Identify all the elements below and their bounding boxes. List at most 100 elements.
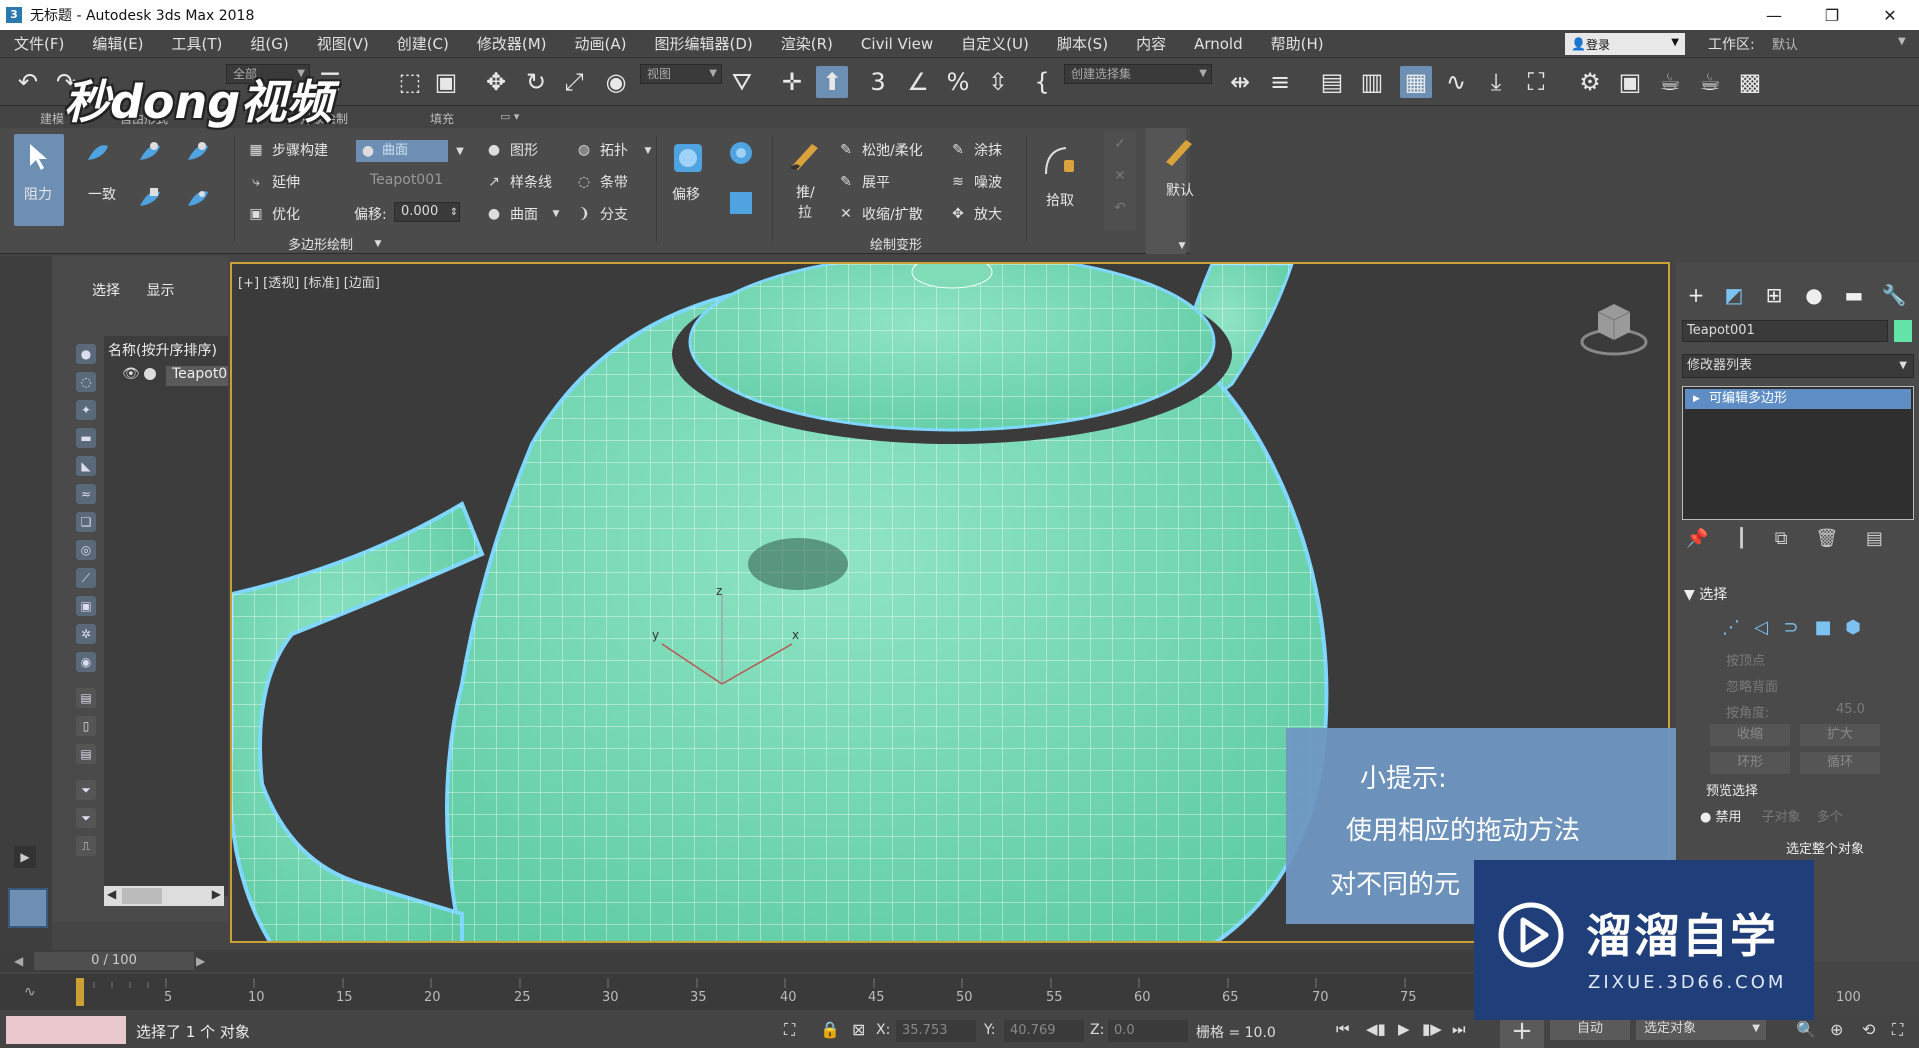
edge-mode-icon[interactable]: ◁ — [1750, 616, 1772, 638]
scroll-thumb[interactable] — [122, 888, 162, 904]
conform-scale-icon[interactable] — [136, 186, 162, 212]
angle-spinner[interactable]: 45.0 — [1836, 702, 1865, 717]
mini-curve-editor-icon[interactable]: ∿ — [24, 984, 36, 1000]
spline-button[interactable]: 样条线 — [510, 172, 552, 192]
branches-button[interactable]: 分支 — [600, 204, 628, 224]
menu-civil-view[interactable]: Civil View — [847, 35, 947, 53]
menu-arnold[interactable]: Arnold — [1180, 35, 1257, 53]
tab-populate[interactable]: 填充 — [430, 110, 454, 127]
snap-3d-icon[interactable]: 3 — [862, 66, 894, 98]
filter-spacewarps-icon[interactable]: ≈ — [76, 484, 96, 504]
expand-panel-icon[interactable]: ▶ — [14, 846, 36, 868]
time-slider-track[interactable] — [0, 950, 1474, 972]
eye-icon[interactable]: 👁 — [122, 366, 140, 382]
modify-tab-icon[interactable]: ◩ — [1720, 282, 1748, 308]
surface-button[interactable]: 曲面 — [510, 204, 538, 224]
default-preset-label[interactable]: 默认 — [1166, 180, 1194, 200]
z-coord-field[interactable]: 0.0 — [1108, 1020, 1188, 1042]
relax-button[interactable]: 松弛/柔化 — [862, 140, 923, 160]
dope-sheet-icon[interactable]: ⤓ — [1480, 66, 1512, 98]
by-angle-checkbox[interactable]: 按角度: — [1726, 702, 1769, 721]
key-filter-dropdown[interactable]: 选定对象 ▼ — [1636, 1018, 1766, 1040]
menu-tools[interactable]: 工具(T) — [158, 33, 237, 54]
horizontal-scrollbar[interactable]: ◀ ▶ — [104, 886, 224, 906]
time-slider-thumb[interactable]: 0 / 100 — [34, 952, 194, 970]
conform-brush-icon[interactable] — [84, 140, 110, 166]
maxscript-listener[interactable] — [6, 1016, 126, 1044]
prev-frame-icon[interactable]: ◀ — [14, 954, 23, 968]
vertex-mode-icon[interactable]: ⋰ — [1720, 616, 1742, 638]
optimize-button[interactable]: 优化 — [272, 204, 300, 224]
menu-view[interactable]: 视图(V) — [303, 33, 383, 54]
next-frame-icon[interactable]: ▮▶ — [1422, 1020, 1442, 1038]
border-mode-icon[interactable]: ⊃ — [1780, 616, 1802, 638]
render-icon[interactable]: ☕ — [1694, 66, 1726, 98]
go-to-start-icon[interactable]: ⏮ — [1336, 1020, 1350, 1038]
tab-modeling[interactable]: 建模 — [40, 110, 64, 127]
grow-button[interactable]: 扩大 — [1800, 724, 1880, 746]
absolute-mode-icon[interactable]: ⊠ — [852, 1020, 865, 1039]
remove-modifier-icon[interactable]: 🗑 — [1815, 528, 1838, 549]
smudge-button[interactable]: 涂抹 — [974, 140, 1002, 160]
render-setup-icon[interactable]: ▣ — [1614, 66, 1646, 98]
menu-create[interactable]: 创建(C) — [383, 33, 463, 54]
render-toggle-icon[interactable] — [144, 368, 156, 380]
filter-xrefs-icon[interactable]: ◎ — [76, 540, 96, 560]
undo-icon[interactable]: ↶ — [12, 66, 44, 98]
play-icon[interactable]: ▶ — [1398, 1020, 1410, 1038]
filter-geometry-icon[interactable]: ● — [76, 344, 96, 364]
shapes-button[interactable]: 图形 — [510, 140, 538, 160]
filter-lights-icon[interactable]: ✦ — [76, 400, 96, 420]
ignore-backface-checkbox[interactable]: 忽略背面 — [1726, 676, 1778, 695]
layers-icon[interactable]: ▤ — [76, 744, 96, 764]
menu-customize[interactable]: 自定义(U) — [947, 33, 1043, 54]
hierarchy-tab-icon[interactable]: ⊞ — [1760, 282, 1788, 308]
filter-icon[interactable]: ⏷ — [76, 780, 96, 800]
conform-vertex-icon[interactable] — [184, 186, 210, 212]
conform-move-icon[interactable] — [136, 140, 162, 166]
object-name-field[interactable]: Teapot001 — [1682, 320, 1888, 342]
loop-button[interactable]: 循环 — [1800, 752, 1880, 774]
scene-row-teapot[interactable]: 👁 Teapot0 — [108, 364, 228, 386]
place-icon[interactable]: ◉ — [600, 66, 632, 98]
ribbon-options-icon[interactable]: ▭ ▾ — [500, 110, 519, 123]
display-tab-icon[interactable]: ▬ — [1840, 282, 1868, 308]
isolate-selection-icon[interactable]: ⛶ — [784, 1020, 795, 1040]
funnel-icon[interactable]: ⏷ — [76, 808, 96, 828]
filter-cameras-icon[interactable]: ▬ — [76, 428, 96, 448]
viewport-thumbnail[interactable] — [8, 888, 48, 928]
scroll-right-icon[interactable]: ▶ — [212, 887, 221, 901]
element-mode-icon[interactable]: ⬢ — [1842, 616, 1864, 638]
material-editor-icon[interactable]: ⚙ — [1574, 66, 1606, 98]
name-column-header[interactable]: 名称(按升序排序) — [108, 340, 217, 360]
filter-bones-icon[interactable]: ⟋ — [76, 568, 96, 588]
rect-select-icon[interactable]: ⬚ — [394, 66, 426, 98]
polygon-mode-icon[interactable]: ■ — [1812, 616, 1834, 638]
modifier-list-dropdown[interactable]: 修改器列表 ▼ — [1682, 354, 1914, 378]
schematic-view-icon[interactable]: ⛶ — [1520, 66, 1552, 98]
scale-icon[interactable]: ⤢ — [558, 66, 590, 98]
scroll-left-icon[interactable]: ◀ — [107, 887, 116, 901]
percent-snap-icon[interactable]: % — [942, 66, 974, 98]
named-selection-dropdown[interactable]: 创建选择集 ▼ — [1064, 64, 1212, 84]
flatten-button[interactable]: 展平 — [862, 172, 890, 192]
topology-button[interactable]: 拓扑 — [600, 140, 628, 160]
pick-button[interactable]: 拾取 — [1046, 190, 1074, 210]
pin-stack-icon[interactable]: 📌 — [1686, 528, 1708, 549]
chevron-down-icon[interactable]: ▼ — [1174, 238, 1190, 254]
show-end-result-icon[interactable]: ┃ — [1736, 528, 1747, 549]
layer-explorer-icon[interactable]: ▥ — [1356, 66, 1388, 98]
align-icon[interactable]: ≡ — [1264, 66, 1296, 98]
list-icon[interactable]: ▤ — [76, 688, 96, 708]
keyboard-shortcut-icon[interactable]: ⬆ — [816, 66, 848, 98]
y-coord-field[interactable]: 40.769 — [1004, 1020, 1084, 1042]
maximize-viewport-icon[interactable]: ⛶ — [1892, 1020, 1903, 1040]
by-vertex-checkbox[interactable]: 按顶点 — [1726, 650, 1765, 669]
shrink-button[interactable]: 收缩 — [1710, 724, 1790, 746]
go-to-end-icon[interactable]: ⏭ — [1452, 1020, 1466, 1038]
push-pull-brush-icon[interactable] — [786, 136, 822, 172]
scene-explorer-icon[interactable]: ▤ — [1316, 66, 1348, 98]
shift-brush-icon[interactable] — [726, 188, 756, 218]
restore-button[interactable]: ❐ — [1803, 0, 1861, 30]
edit-named-sets-icon[interactable]: { — [1026, 66, 1058, 98]
